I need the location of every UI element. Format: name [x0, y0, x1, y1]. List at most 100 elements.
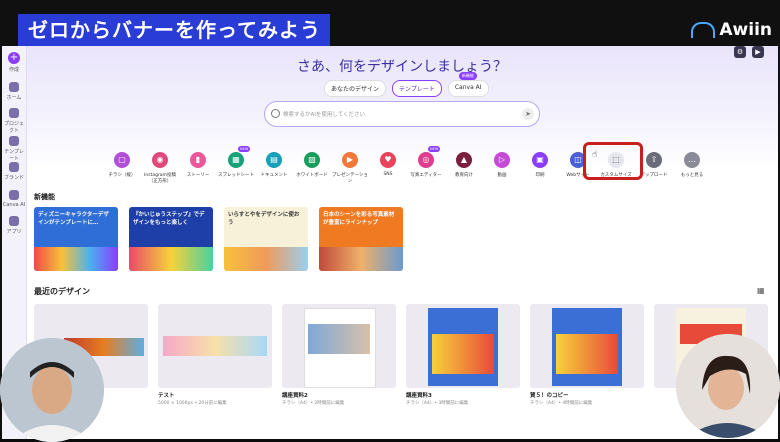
- category-label: SNS: [383, 172, 393, 177]
- hero-tabs: あなたのデザイン テンプレート 新機能 Canva AI: [324, 72, 489, 97]
- tab-your-designs[interactable]: あなたのデザイン: [324, 80, 387, 97]
- sidebar-item-brand[interactable]: ブランド: [2, 162, 26, 181]
- category-label: チラシ（縦）: [108, 173, 136, 178]
- category-label: ストーリー: [186, 173, 210, 178]
- awiin-logo-icon: [691, 22, 716, 38]
- category-label: もっと見る: [680, 173, 704, 178]
- category-icon: ▦ NEW: [228, 146, 251, 168]
- new-badge: NEW: [238, 146, 251, 152]
- category-label: Instagram投稿（正方形）: [144, 173, 176, 184]
- design-thumbnail: [282, 304, 396, 388]
- settings-icon[interactable]: ⚙: [734, 46, 746, 58]
- category-shortcut[interactable]: ▧ ホワイトボード: [292, 152, 332, 178]
- presenter-camera-right: [676, 334, 780, 438]
- design-card[interactable]: 賀５！のコピー チラシ（A4）• 4時間前に編集: [530, 304, 644, 406]
- sidebar-item-templates[interactable]: テンプレート: [2, 136, 26, 162]
- design-title: テスト: [158, 393, 175, 399]
- design-thumbnail: [158, 304, 272, 388]
- mouse-cursor-icon: ☝: [592, 150, 598, 160]
- canva-home-screen: + 作成 ホーム プロジェクト テンプレート ブランド Canva AI アプリ: [2, 46, 778, 439]
- sparkle-icon: [9, 190, 19, 200]
- design-card[interactable]: テスト 5000 × 1000px • 20分前に編集: [158, 304, 272, 406]
- banner-japan-photos[interactable]: 日本のシーンを彩る写真素材が豊富にラインナップ: [319, 207, 403, 271]
- apps-icon: [9, 216, 19, 226]
- banner-kaiju[interactable]: 『かいじゅうステップ』でデザインをもっと楽しく: [129, 207, 213, 271]
- category-shortcut[interactable]: ◉ Instagram投稿（正方形）: [140, 152, 180, 184]
- sidebar-item-projects[interactable]: プロジェクト: [2, 108, 26, 134]
- brand-logo: Awiin: [691, 20, 772, 40]
- banner-text: いらすとやをデザインに使おう: [228, 212, 300, 226]
- design-meta: チラシ（A4）• 2時間前に編集: [282, 401, 345, 406]
- design-card[interactable]: 講座資料3 チラシ（A4）• 3時間前に編集: [406, 304, 520, 406]
- recent-designs-title: 最近のデザイン: [34, 287, 90, 296]
- home-icon: [9, 82, 19, 92]
- design-thumbnail: [406, 304, 520, 388]
- category-shortcut[interactable]: … もっと見る: [672, 152, 712, 178]
- search-input[interactable]: 検索するかAIを使用してください: [283, 110, 365, 118]
- category-icon: ◎ NEW: [418, 146, 441, 168]
- grid-view-icon[interactable]: ▦: [757, 286, 766, 295]
- banner-text: 『かいじゅうステップ』でデザインをもっと楽しく: [133, 212, 205, 226]
- top-right-controls: ⚙ ▶: [734, 46, 764, 58]
- sidebar-item-label: ブランド: [3, 175, 24, 181]
- banner-image: [319, 247, 403, 271]
- sidebar-item-canva-ai[interactable]: Canva AI: [2, 190, 26, 208]
- sidebar-item-apps[interactable]: アプリ: [2, 216, 26, 235]
- category-label: ドキュメント: [260, 173, 288, 178]
- brand-icon: [9, 162, 19, 172]
- category-shortcut[interactable]: ♥ SNS: [368, 152, 408, 177]
- category-label: ホワイトボード: [296, 173, 328, 178]
- category-label: プレゼンテーション: [332, 173, 368, 184]
- tab-label: あなたのデザイン: [331, 86, 380, 93]
- design-title: 講座資料2: [282, 393, 308, 399]
- category-icon: ♥: [380, 152, 396, 168]
- category-icon: ▶: [342, 152, 358, 168]
- tab-canva-ai[interactable]: 新機能 Canva AI: [447, 72, 489, 97]
- template-icon: [9, 136, 19, 146]
- sidebar-item-home[interactable]: ホーム: [2, 82, 26, 101]
- category-label: 印刷: [535, 173, 545, 178]
- brand-name: Awiin: [719, 20, 772, 40]
- send-icon[interactable]: ➤: [522, 108, 534, 120]
- category-label: 教育向け: [455, 173, 473, 178]
- design-thumbnail: [530, 304, 644, 388]
- sidebar-item-label: テンプレート: [4, 149, 24, 162]
- design-card[interactable]: 講座資料2 チラシ（A4）• 2時間前に編集: [282, 304, 396, 406]
- category-label: スプレッドシート: [218, 173, 254, 178]
- presenter-camera-left: [0, 338, 104, 442]
- new-badge: NEW: [428, 146, 441, 152]
- video-title-banner: ゼロからバナーを作ってみよう: [18, 14, 330, 46]
- tab-label: テンプレート: [399, 86, 435, 93]
- category-icon: ◉: [152, 152, 168, 168]
- category-label: 動画: [497, 173, 507, 178]
- category-shortcut[interactable]: ▤ ドキュメント: [254, 152, 294, 178]
- category-shortcut[interactable]: ▢ チラシ（縦）: [102, 152, 142, 178]
- sidebar-item-label: Canva AI: [2, 202, 26, 208]
- category-shortcut[interactable]: ◎ NEW 写真エディター: [406, 146, 446, 178]
- design-meta: 5000 × 1000px • 20分前に編集: [158, 401, 227, 406]
- bell-icon[interactable]: ▶: [752, 46, 764, 58]
- search-bar[interactable]: 検索するかAIを使用してください ➤: [264, 101, 540, 127]
- sidebar-item-label: プロジェクト: [3, 121, 24, 134]
- banner-irasutoya[interactable]: いらすとやをデザインに使おう: [224, 207, 308, 271]
- tab-templates[interactable]: テンプレート: [392, 80, 442, 97]
- banner-image: [224, 247, 308, 271]
- design-meta: チラシ（A4）• 4時間前に編集: [530, 401, 593, 406]
- category-shortcut[interactable]: ▮ ストーリー: [178, 152, 218, 178]
- search-icon: [271, 109, 280, 118]
- sidebar-item-label: アプリ: [6, 229, 22, 235]
- design-title: 賀５！のコピー: [530, 393, 569, 399]
- category-shortcut[interactable]: ▷ 動画: [482, 152, 522, 178]
- category-shortcut[interactable]: ▣ 印刷: [520, 152, 560, 178]
- category-icon: …: [684, 152, 700, 168]
- category-shortcut[interactable]: ▦ NEW スプレッドシート: [216, 146, 256, 178]
- category-icon: ▷: [494, 152, 510, 168]
- category-shortcut[interactable]: ▲ 教育向け: [444, 152, 484, 178]
- new-section-title: 新機能: [34, 193, 55, 201]
- category-icon: ▤: [266, 152, 282, 168]
- sidebar-item-create[interactable]: + 作成: [2, 52, 26, 73]
- category-shortcut[interactable]: ▶ プレゼンテーション: [330, 152, 370, 184]
- banner-disney[interactable]: ディズニーキャラクターデザインがテンプレートに…: [34, 207, 118, 271]
- category-icon: ▢: [114, 152, 130, 168]
- banner-image: [34, 247, 118, 271]
